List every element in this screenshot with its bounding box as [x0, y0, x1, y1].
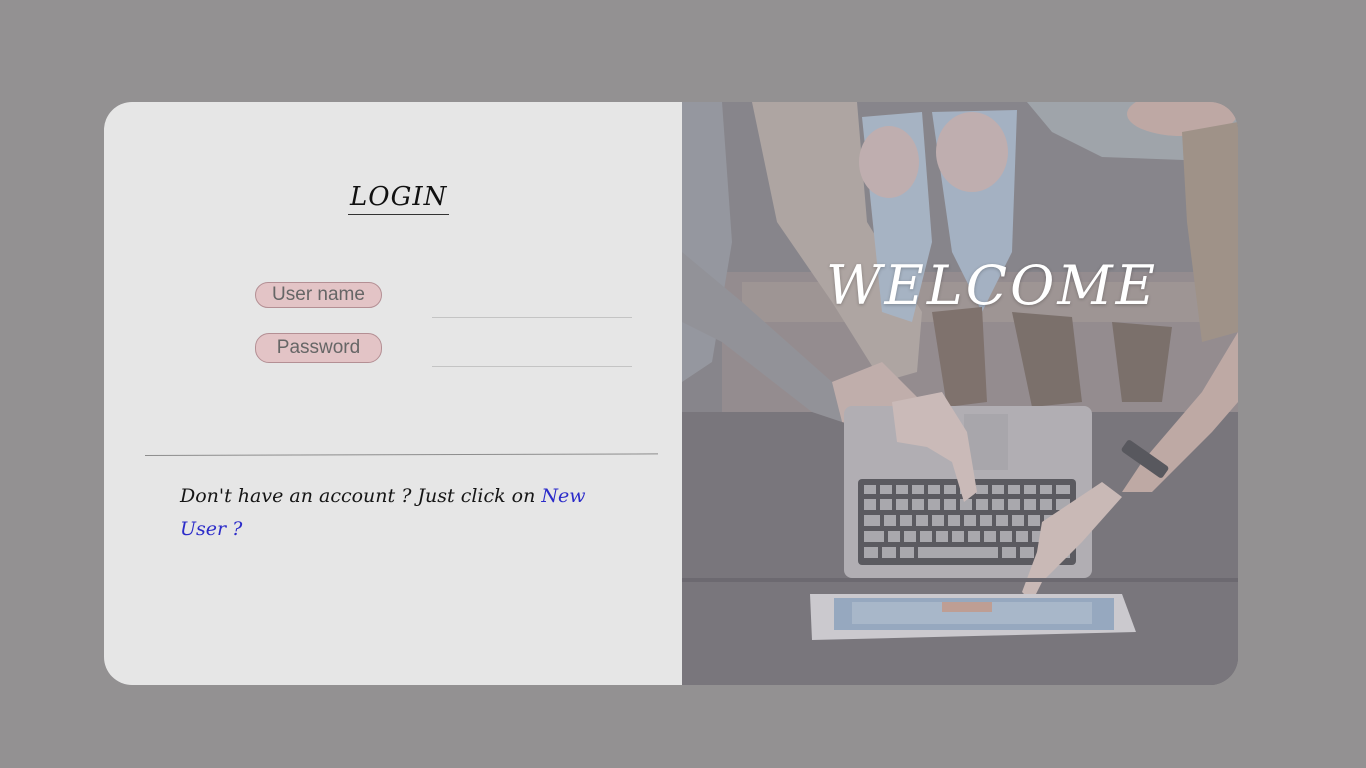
username-input[interactable]: [432, 289, 632, 318]
login-title: LOGIN: [348, 182, 450, 215]
login-card: LOGIN User name Password Don't have an a…: [104, 102, 1238, 685]
welcome-panel: WELCOME: [682, 102, 1238, 685]
password-input[interactable]: [432, 338, 632, 367]
signup-prompt-text: Don't have an account ? Just click on: [180, 485, 536, 507]
welcome-heading: WELCOME: [826, 254, 1159, 317]
signup-prompt: Don't have an account ? Just click on Ne…: [180, 480, 600, 546]
login-panel: LOGIN User name Password Don't have an a…: [104, 102, 682, 685]
image-overlay: [682, 102, 1238, 685]
divider: [144, 453, 658, 456]
password-label: Password: [255, 333, 382, 363]
username-label: User name: [255, 282, 382, 308]
